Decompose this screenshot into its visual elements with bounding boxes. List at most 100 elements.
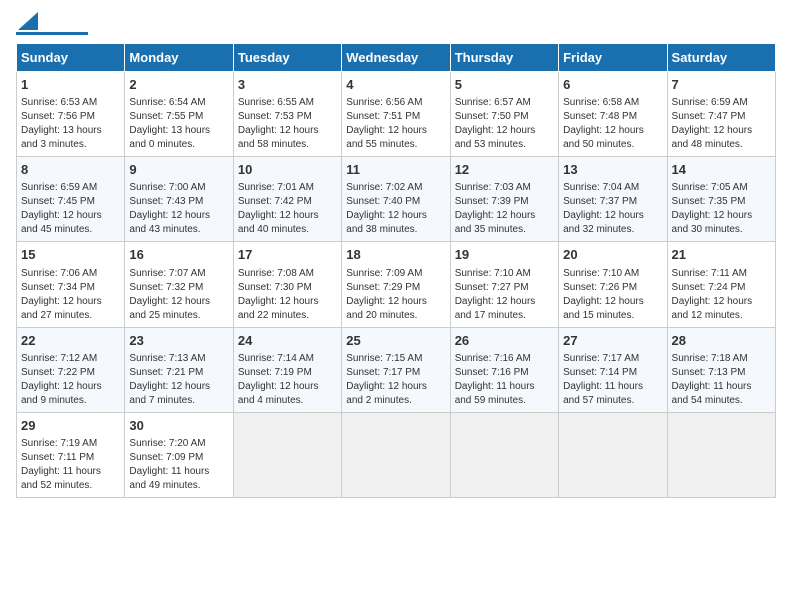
day-cell-27: 27 Sunrise: 7:17 AM Sunset: 7:14 PM Dayli… (559, 327, 667, 412)
day-info: Sunrise: 7:19 AM Sunset: 7:11 PM Dayligh… (21, 437, 120, 493)
calendar-table: SundayMondayTuesdayWednesdayThursdayFrid… (16, 43, 776, 498)
day-cell-21: 21 Sunrise: 7:11 AM Sunset: 7:24 PM Dayli… (667, 242, 775, 327)
empty-cell (667, 412, 775, 497)
day-cell-26: 26 Sunrise: 7:16 AM Sunset: 7:16 PM Dayli… (450, 327, 558, 412)
day-info: Sunrise: 7:13 AM Sunset: 7:21 PM Dayligh… (129, 352, 228, 408)
day-info: Sunrise: 6:54 AM Sunset: 7:55 PM Dayligh… (129, 96, 228, 152)
day-header-tuesday: Tuesday (233, 44, 341, 72)
week-row-3: 15Sunrise: 7:06 AM Sunset: 7:34 PM Dayli… (17, 242, 776, 327)
day-info: Sunrise: 7:07 AM Sunset: 7:32 PM Dayligh… (129, 267, 228, 323)
day-number: 8 (21, 161, 120, 179)
day-number: 1 (21, 76, 120, 94)
week-row-2: 8 Sunrise: 6:59 AM Sunset: 7:45 PM Daylig… (17, 157, 776, 242)
day-number: 16 (129, 246, 228, 264)
empty-cell (559, 412, 667, 497)
day-info: Sunrise: 6:56 AM Sunset: 7:51 PM Dayligh… (346, 96, 445, 152)
empty-cell (342, 412, 450, 497)
week-row-5: 29Sunrise: 7:19 AM Sunset: 7:11 PM Dayli… (17, 412, 776, 497)
day-number: 23 (129, 332, 228, 350)
day-cell-17: 17 Sunrise: 7:08 AM Sunset: 7:30 PM Dayli… (233, 242, 341, 327)
day-info: Sunrise: 6:58 AM Sunset: 7:48 PM Dayligh… (563, 96, 662, 152)
day-number: 6 (563, 76, 662, 94)
day-cell-15: 15Sunrise: 7:06 AM Sunset: 7:34 PM Dayli… (17, 242, 125, 327)
day-header-monday: Monday (125, 44, 233, 72)
day-info: Sunrise: 6:59 AM Sunset: 7:45 PM Dayligh… (21, 181, 120, 237)
day-info: Sunrise: 7:12 AM Sunset: 7:22 PM Dayligh… (21, 352, 120, 408)
calendar-header-row: SundayMondayTuesdayWednesdayThursdayFrid… (17, 44, 776, 72)
day-number: 4 (346, 76, 445, 94)
day-number: 21 (672, 246, 771, 264)
day-cell-1: 1 Sunrise: 6:53 AM Sunset: 7:56 PM Daylig… (17, 72, 125, 157)
day-info: Sunrise: 7:04 AM Sunset: 7:37 PM Dayligh… (563, 181, 662, 237)
day-cell-14: 14 Sunrise: 7:05 AM Sunset: 7:35 PM Dayli… (667, 157, 775, 242)
day-header-sunday: Sunday (17, 44, 125, 72)
day-info: Sunrise: 7:09 AM Sunset: 7:29 PM Dayligh… (346, 267, 445, 323)
day-info: Sunrise: 7:20 AM Sunset: 7:09 PM Dayligh… (129, 437, 228, 493)
logo-icon (18, 12, 38, 30)
day-info: Sunrise: 7:10 AM Sunset: 7:27 PM Dayligh… (455, 267, 554, 323)
day-cell-6: 6 Sunrise: 6:58 AM Sunset: 7:48 PM Daylig… (559, 72, 667, 157)
empty-cell (450, 412, 558, 497)
day-cell-23: 23 Sunrise: 7:13 AM Sunset: 7:21 PM Dayli… (125, 327, 233, 412)
day-number: 15 (21, 246, 120, 264)
day-info: Sunrise: 7:05 AM Sunset: 7:35 PM Dayligh… (672, 181, 771, 237)
day-info: Sunrise: 7:00 AM Sunset: 7:43 PM Dayligh… (129, 181, 228, 237)
day-info: Sunrise: 7:01 AM Sunset: 7:42 PM Dayligh… (238, 181, 337, 237)
day-header-wednesday: Wednesday (342, 44, 450, 72)
day-cell-3: 3Sunrise: 6:55 AM Sunset: 7:53 PM Daylig… (233, 72, 341, 157)
day-cell-22: 22 Sunrise: 7:12 AM Sunset: 7:22 PM Dayli… (17, 327, 125, 412)
day-cell-7: 7 Sunrise: 6:59 AM Sunset: 7:47 PM Daylig… (667, 72, 775, 157)
logo (16, 16, 88, 35)
day-info: Sunrise: 7:11 AM Sunset: 7:24 PM Dayligh… (672, 267, 771, 323)
day-info: Sunrise: 7:14 AM Sunset: 7:19 PM Dayligh… (238, 352, 337, 408)
day-info: Sunrise: 7:03 AM Sunset: 7:39 PM Dayligh… (455, 181, 554, 237)
day-number: 30 (129, 417, 228, 435)
day-cell-28: 28 Sunrise: 7:18 AM Sunset: 7:13 PM Dayli… (667, 327, 775, 412)
day-number: 13 (563, 161, 662, 179)
day-cell-20: 20 Sunrise: 7:10 AM Sunset: 7:26 PM Dayli… (559, 242, 667, 327)
day-cell-4: 4 Sunrise: 6:56 AM Sunset: 7:51 PM Daylig… (342, 72, 450, 157)
day-cell-19: 19Sunrise: 7:10 AM Sunset: 7:27 PM Dayli… (450, 242, 558, 327)
day-info: Sunrise: 7:15 AM Sunset: 7:17 PM Dayligh… (346, 352, 445, 408)
week-row-1: 1 Sunrise: 6:53 AM Sunset: 7:56 PM Daylig… (17, 72, 776, 157)
day-number: 24 (238, 332, 337, 350)
day-info: Sunrise: 7:17 AM Sunset: 7:14 PM Dayligh… (563, 352, 662, 408)
week-row-4: 22 Sunrise: 7:12 AM Sunset: 7:22 PM Dayli… (17, 327, 776, 412)
day-number: 7 (672, 76, 771, 94)
day-info: Sunrise: 6:59 AM Sunset: 7:47 PM Dayligh… (672, 96, 771, 152)
day-number: 18 (346, 246, 445, 264)
day-info: Sunrise: 7:18 AM Sunset: 7:13 PM Dayligh… (672, 352, 771, 408)
day-number: 26 (455, 332, 554, 350)
day-cell-10: 10 Sunrise: 7:01 AM Sunset: 7:42 PM Dayli… (233, 157, 341, 242)
day-cell-13: 13 Sunrise: 7:04 AM Sunset: 7:37 PM Dayli… (559, 157, 667, 242)
day-cell-16: 16 Sunrise: 7:07 AM Sunset: 7:32 PM Dayli… (125, 242, 233, 327)
day-number: 10 (238, 161, 337, 179)
day-cell-12: 12Sunrise: 7:03 AM Sunset: 7:39 PM Dayli… (450, 157, 558, 242)
day-cell-11: 11 Sunrise: 7:02 AM Sunset: 7:40 PM Dayli… (342, 157, 450, 242)
day-info: Sunrise: 7:02 AM Sunset: 7:40 PM Dayligh… (346, 181, 445, 237)
day-info: Sunrise: 6:55 AM Sunset: 7:53 PM Dayligh… (238, 96, 337, 152)
day-number: 2 (129, 76, 228, 94)
empty-cell (233, 412, 341, 497)
day-header-friday: Friday (559, 44, 667, 72)
day-number: 17 (238, 246, 337, 264)
day-number: 27 (563, 332, 662, 350)
day-info: Sunrise: 7:16 AM Sunset: 7:16 PM Dayligh… (455, 352, 554, 408)
day-number: 5 (455, 76, 554, 94)
day-info: Sunrise: 6:53 AM Sunset: 7:56 PM Dayligh… (21, 96, 120, 152)
day-number: 28 (672, 332, 771, 350)
day-cell-9: 9 Sunrise: 7:00 AM Sunset: 7:43 PM Daylig… (125, 157, 233, 242)
day-cell-8: 8 Sunrise: 6:59 AM Sunset: 7:45 PM Daylig… (17, 157, 125, 242)
day-number: 9 (129, 161, 228, 179)
day-number: 22 (21, 332, 120, 350)
day-number: 25 (346, 332, 445, 350)
day-cell-18: 18 Sunrise: 7:09 AM Sunset: 7:29 PM Dayli… (342, 242, 450, 327)
day-number: 20 (563, 246, 662, 264)
day-cell-24: 24 Sunrise: 7:14 AM Sunset: 7:19 PM Dayli… (233, 327, 341, 412)
day-number: 11 (346, 161, 445, 179)
day-info: Sunrise: 7:08 AM Sunset: 7:30 PM Dayligh… (238, 267, 337, 323)
logo-underline (16, 32, 88, 35)
day-number: 14 (672, 161, 771, 179)
day-header-saturday: Saturday (667, 44, 775, 72)
day-info: Sunrise: 7:10 AM Sunset: 7:26 PM Dayligh… (563, 267, 662, 323)
